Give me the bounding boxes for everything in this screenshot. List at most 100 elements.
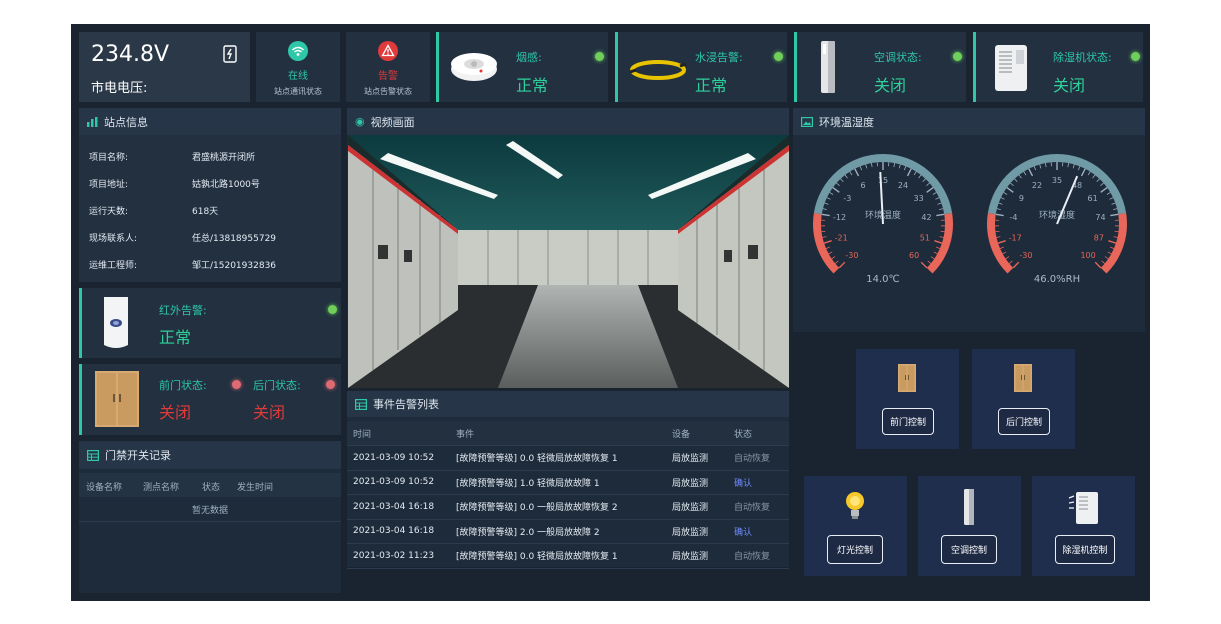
infrared-value: 正常 [159,328,192,347]
gauge-tick [822,236,827,238]
gauge-tick [828,251,833,255]
gauge-tick [824,202,829,205]
gauge-tick [1039,164,1042,169]
gauge-tick [832,186,840,193]
gauge-tick-label: 6 [860,181,865,190]
event-list-title: 事件告警列表 [373,398,439,411]
gauge-tick [997,240,1006,244]
door-icon [898,364,916,392]
image-icon [801,116,813,127]
gauge-tick-label: 15 [878,176,888,185]
back-door-indicator [326,380,335,389]
voltage-value: 234.8V [91,42,170,67]
gauge-tick [838,261,846,269]
gauge-tick [1111,202,1116,205]
col-device: 设备 [666,421,728,446]
gauge-tick-label: -12 [833,213,846,222]
back-door-control-button[interactable]: 后门控制 [998,408,1050,435]
col-state: 状态 [728,421,789,446]
light-control-button[interactable]: 灯光控制 [827,535,883,564]
gauge-tick [933,251,938,255]
gauge-tick [913,171,917,176]
dehumidifier-control-button[interactable]: 除湿机控制 [1055,535,1115,564]
comm-label: 站点通讯状态 [274,87,322,96]
info-key: 运维工程师: [89,261,138,271]
voltage-label: 市电电压: [91,81,148,96]
video-feed[interactable] [348,135,789,388]
gauge-tick-label: 87 [1094,234,1104,243]
info-row: 项目地址: 姑孰北路1000号 [89,177,260,190]
back-door-control-tile: 后门控制 [972,349,1075,449]
gauge-tick [865,164,868,169]
table-icon [355,398,367,410]
gauge-tick [1104,256,1109,260]
ac-control-button[interactable]: 空调控制 [941,535,997,564]
gauge-tick [998,202,1003,205]
access-log-title: 门禁开关记录 [105,449,171,462]
smoke-label: 烟感: [516,51,542,64]
access-log-header: 门禁开关记录 [79,441,341,469]
gauge-tick [937,202,942,205]
event-state[interactable]: 确认 [728,470,789,495]
info-key: 运行天数: [89,207,129,217]
water-indicator [774,52,783,61]
gauge-tick [1096,178,1100,182]
gauge-tick [920,261,928,269]
infrared-sensor-icon [104,297,128,348]
gauge-tick [1003,192,1008,195]
col-point-name: 测点名称 [143,483,180,493]
smoke-card: 烟感: 正常 [436,32,608,102]
gauge-tick [939,208,944,210]
gauge-tick [999,246,1004,249]
gauge-tick [826,197,831,200]
gauge-tick [1012,261,1020,269]
alarm-state: 告警 [378,71,398,82]
table-header-row: 时间 事件 设备 状态 [347,421,789,446]
front-door-control-button[interactable]: 前门控制 [882,408,934,435]
gauge-tick [1100,182,1104,186]
table-icon [87,449,99,461]
gauge-tick [1110,213,1119,217]
gauge-label: 环境湿度 [1039,209,1075,221]
gauge-tick-label: 61 [1088,194,1098,203]
col-time: 发生时间 [237,483,274,493]
gauge-tick [1101,260,1106,264]
gauge-tick [926,182,930,186]
gauge-tick [1072,164,1075,169]
gauge-tick [1109,197,1114,200]
dehumidifier-icon [1068,492,1098,524]
gauge-tick-label: 74 [1095,213,1105,222]
event-time: 2021-03-02 11:23 [347,543,450,569]
dehumidifier-indicator [1131,52,1140,61]
event-desc: [故障预警等级] 0.0 轻微局放故障恢复 1 [450,445,666,471]
smoke-indicator [595,52,604,61]
event-desc: [故障预警等级] 0.0 轻微局放故障恢复 1 [450,543,666,569]
smoke-detector-icon [451,53,497,81]
info-value: 姑孰北路1000号 [192,180,260,190]
dehumidifier-control-tile: 除湿机控制 [1032,476,1135,576]
gauge-tick-label: 51 [920,234,930,243]
gauge-tick [836,182,840,186]
event-list-panel: 事件告警列表 时间 事件 设备 状态 2021-03-09 10:52 [故障预警… [347,391,789,569]
gauge-tick [823,240,832,244]
gauge-tick [1018,174,1022,179]
station-info-title: 站点信息 [104,115,148,129]
ac-label: 空调状态: [874,51,922,64]
wifi-icon [288,41,308,61]
water-label: 水浸告警: [695,51,743,64]
alarm-label: 站点告警状态 [364,87,412,96]
video-panel: ◉ 视频画面 [347,108,789,388]
station-info-header: 站点信息 [79,108,341,135]
event-desc: [故障预警等级] 2.0 一般局放故障 2 [450,519,666,544]
divider [79,521,341,522]
env-header: 环境温湿度 [793,108,1145,135]
gauge-tick [1077,166,1081,171]
event-state[interactable]: 确认 [728,519,789,544]
gauge-tick-label: 24 [898,181,908,190]
gauge-tick [936,246,941,249]
gauge-tick [854,168,860,177]
col-event: 事件 [450,421,666,446]
air-conditioner-icon [821,41,835,93]
gauge-tick [821,230,826,233]
gauge-tick [1110,246,1115,249]
